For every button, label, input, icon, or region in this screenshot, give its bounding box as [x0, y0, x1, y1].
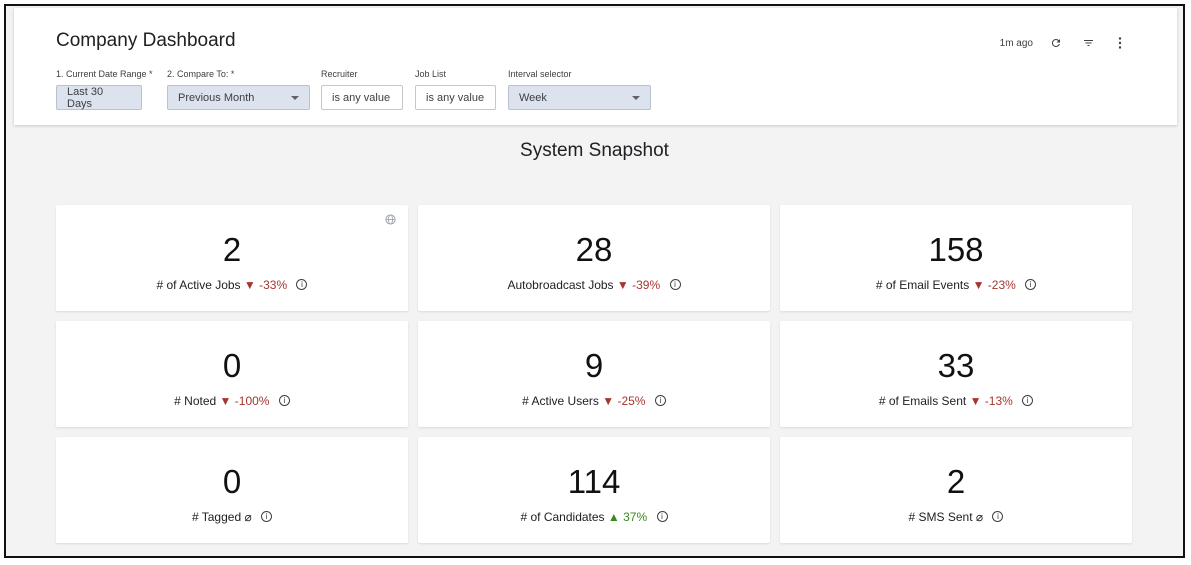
metric-delta: -13% — [984, 393, 1013, 408]
metric-delta: -39% — [632, 277, 661, 292]
metric-value: 2 — [222, 231, 242, 268]
metric-label: Autobroadcast Jobs — [507, 277, 614, 292]
dashboard-title: Company Dashboard — [56, 30, 236, 51]
filter-interval-selector: Interval selector Week — [508, 69, 651, 110]
current-date-range-select[interactable]: Last 30 Days — [56, 85, 142, 110]
metric-label: # of Candidates — [520, 509, 605, 524]
info-icon[interactable]: i — [654, 395, 666, 407]
metric-label: # of Active Jobs — [156, 277, 241, 292]
chevron-down-icon — [291, 95, 299, 100]
up-arrow-icon: ▲ — [607, 509, 620, 524]
metric-label: # of Email Events — [875, 277, 970, 292]
metric-value: 2 — [946, 463, 966, 500]
metric-delta: 37% — [623, 509, 648, 524]
filter-icon[interactable] — [1079, 34, 1097, 52]
filter-recruiter: Recruiter is any value — [321, 69, 403, 110]
info-icon[interactable]: i — [278, 395, 290, 407]
metric-card-noted[interactable]: 0 # Noted ▼ -100% i — [56, 321, 408, 427]
metric-label-row: # of Email Events ▼ -23% i — [780, 277, 1132, 292]
metric-label: # of Emails Sent — [878, 393, 967, 408]
header-actions: 1m ago — [1000, 34, 1129, 52]
metric-value: 33 — [937, 347, 975, 384]
metric-delta: -23% — [987, 277, 1016, 292]
filter-label: Job List — [415, 69, 447, 79]
more-vert-icon[interactable] — [1111, 34, 1129, 52]
last-updated-text: 1m ago — [999, 37, 1033, 49]
metric-label-row: # of Active Jobs ▼ -33% i — [56, 277, 408, 292]
metric-label: # Noted — [174, 393, 217, 408]
down-arrow-icon: ▼ — [972, 277, 985, 292]
chevron-down-icon — [632, 95, 640, 100]
globe-icon — [385, 214, 396, 225]
metric-label: # Active Users — [522, 393, 599, 408]
recruiter-select[interactable]: is any value — [321, 85, 403, 110]
metric-card-autobroadcast-jobs[interactable]: 28 Autobroadcast Jobs ▼ -39% i — [418, 205, 770, 311]
filter-label: 2. Compare To: * — [167, 69, 235, 79]
metric-label: # Tagged — [191, 509, 242, 524]
metric-delta: ⌀ — [244, 509, 252, 524]
filter-label: 1. Current Date Range * — [56, 69, 153, 79]
filter-value: Last 30 Days — [67, 85, 104, 110]
metric-value: 158 — [928, 231, 984, 268]
metric-card-emails-sent[interactable]: 33 # of Emails Sent ▼ -13% i — [780, 321, 1132, 427]
info-icon[interactable]: i — [669, 279, 681, 291]
info-icon[interactable]: i — [261, 511, 273, 523]
filter-label: Recruiter — [321, 69, 358, 79]
metric-card-tagged[interactable]: 0 # Tagged ⌀ i — [56, 437, 408, 543]
filter-value: is any value — [332, 91, 391, 104]
metric-label: # SMS Sent — [908, 509, 973, 524]
refresh-icon[interactable] — [1047, 34, 1065, 52]
metric-card-sms-sent[interactable]: 2 # SMS Sent ⌀ i — [780, 437, 1132, 543]
metric-value: 114 — [567, 463, 621, 500]
info-icon[interactable]: i — [656, 511, 668, 523]
dashboard-header: Company Dashboard 1m ago 1. Current Date… — [14, 8, 1177, 125]
filter-value: is any value — [426, 91, 485, 104]
filter-compare-to: 2. Compare To: * Previous Month — [167, 69, 310, 110]
filter-value: Week — [519, 91, 547, 104]
dashboard-frame: Company Dashboard 1m ago 1. Current Date… — [4, 4, 1185, 558]
job-list-select[interactable]: is any value — [415, 85, 496, 110]
filter-label: Interval selector — [508, 69, 572, 79]
metric-delta: -33% — [259, 277, 288, 292]
metric-card-email-events[interactable]: 158 # of Email Events ▼ -23% i — [780, 205, 1132, 311]
down-arrow-icon: ▼ — [602, 393, 615, 408]
metric-delta: -25% — [617, 393, 646, 408]
metric-label-row: # Noted ▼ -100% i — [56, 393, 408, 408]
metric-label-row: # SMS Sent ⌀ i — [780, 509, 1132, 524]
metric-delta: -100% — [234, 393, 270, 408]
filter-current-date-range: 1. Current Date Range * Last 30 Days — [56, 69, 153, 110]
metric-value: 28 — [575, 231, 613, 268]
metric-card-active-users[interactable]: 9 # Active Users ▼ -25% i — [418, 321, 770, 427]
info-icon[interactable]: i — [296, 279, 308, 291]
down-arrow-icon: ▼ — [243, 277, 256, 292]
metric-value: 0 — [222, 347, 242, 384]
down-arrow-icon: ▼ — [616, 277, 629, 292]
filter-job-list: Job List is any value — [415, 69, 496, 110]
metric-label-row: # of Candidates ▲ 37% i — [418, 509, 770, 524]
section-title: System Snapshot — [520, 140, 669, 161]
metric-card-candidates[interactable]: 114 # of Candidates ▲ 37% i — [418, 437, 770, 543]
metric-value: 9 — [584, 347, 604, 384]
metric-label-row: Autobroadcast Jobs ▼ -39% i — [418, 277, 770, 292]
metric-label-row: # Active Users ▼ -25% i — [418, 393, 770, 408]
interval-select[interactable]: Week — [508, 85, 651, 110]
info-icon[interactable]: i — [992, 511, 1004, 523]
metric-label-row: # of Emails Sent ▼ -13% i — [780, 393, 1132, 408]
compare-to-select[interactable]: Previous Month — [167, 85, 310, 110]
info-icon[interactable]: i — [1022, 395, 1034, 407]
metric-value: 0 — [222, 463, 242, 500]
down-arrow-icon: ▼ — [969, 393, 982, 408]
metric-delta: ⌀ — [975, 509, 984, 524]
metric-card-active-jobs[interactable]: 2 # of Active Jobs ▼ -33% i — [56, 205, 408, 311]
down-arrow-icon: ▼ — [219, 393, 232, 408]
info-icon[interactable]: i — [1025, 279, 1037, 291]
filter-value: Previous Month — [178, 91, 255, 104]
metric-label-row: # Tagged ⌀ i — [56, 509, 408, 524]
